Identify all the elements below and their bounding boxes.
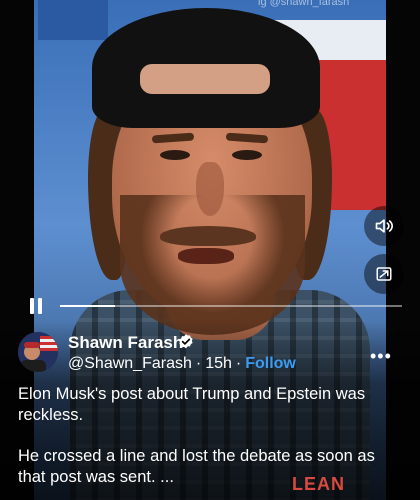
volume-icon: [375, 219, 394, 233]
video-progress-bar[interactable]: [60, 305, 402, 307]
meta-separator: ·: [195, 355, 202, 372]
video-progress-fill: [60, 305, 115, 307]
more-options-button[interactable]: •••: [370, 346, 392, 367]
pause-icon: [38, 298, 42, 314]
subject-beard: [120, 195, 305, 335]
pause-icon: [30, 298, 34, 314]
subject-eye: [160, 150, 190, 160]
video-watermark: ig @shawn_farash: [258, 0, 350, 8]
post-text-paragraph: He crossed a line and lost the debate as…: [18, 447, 375, 486]
subject-cap-strap: [140, 64, 270, 94]
avatar[interactable]: [18, 332, 58, 372]
subject-eye: [232, 150, 262, 160]
subject-mouth: [178, 248, 234, 264]
follow-button[interactable]: Follow: [245, 355, 296, 372]
volume-button[interactable]: [364, 206, 404, 246]
verified-badge-icon: [179, 334, 193, 349]
author-handle[interactable]: @Shawn_Farash: [68, 355, 192, 372]
picture-in-picture-icon: [376, 267, 392, 281]
picture-in-picture-button[interactable]: [364, 254, 404, 294]
author-name[interactable]: Shawn Farash: [68, 333, 183, 353]
post-meta: @Shawn_Farash · 15h · Follow: [68, 355, 296, 373]
flag-background: [38, 0, 108, 40]
post-text-paragraph: Elon Musk's post about Trump and Epstein…: [18, 385, 366, 424]
meta-separator: ·: [235, 355, 242, 372]
pause-button[interactable]: [28, 298, 46, 316]
post-time: 15h: [205, 355, 232, 372]
subject-mustache: [160, 226, 256, 246]
avatar-image: [18, 332, 58, 372]
